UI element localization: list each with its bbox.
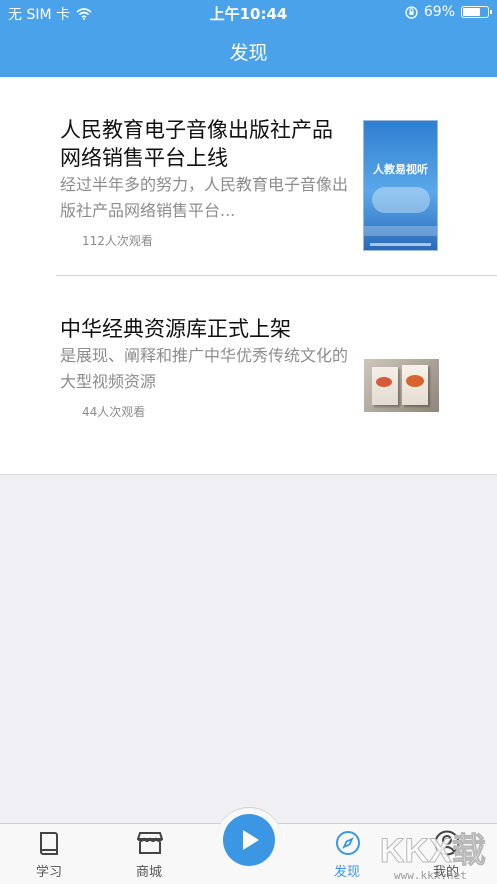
thumbnail-decoration <box>364 226 437 236</box>
item-description: 是展现、阐释和推广中华优秀传统文化的大型视频资源 <box>60 346 349 391</box>
status-bar: 无 SIM 卡 上午10:44 69% <box>0 0 497 26</box>
item-title: 人民教育电子音像出版社产品网络销售平台上线 <box>60 118 333 170</box>
battery-percent: 69% <box>423 4 455 20</box>
play-icon <box>243 830 259 850</box>
tab-shop[interactable]: 商城 <box>114 824 184 884</box>
item-thumbnail <box>364 359 439 412</box>
compass-icon <box>336 831 360 855</box>
watermark-text: www.kkx.net <box>394 869 467 882</box>
item-description: 经过半年多的努力，人民教育电子音像出版社产品网络销售平台... <box>60 175 349 220</box>
tab-label: 学习 <box>35 865 62 880</box>
battery-icon <box>461 6 492 18</box>
list-item[interactable]: 人民教育电子音像出版社产品网络销售平台上线 经过半年多的努力，人民教育电子音像出… <box>56 116 497 276</box>
store-icon <box>137 832 163 854</box>
watermark-logo: KKX载 <box>380 832 487 871</box>
item-thumbnail: 人教易视听 <box>363 120 438 251</box>
center-play-wrapper <box>216 807 282 873</box>
tab-label: 商城 <box>135 865 162 880</box>
page-title: 发现 <box>229 42 268 64</box>
thumbnail-decoration <box>406 375 424 387</box>
list-item[interactable]: 中华经典资源库正式上架 是展现、阐释和推广中华优秀传统文化的大型视频资源 44人… <box>56 315 497 435</box>
discover-list: 人民教育电子音像出版社产品网络销售平台上线 经过半年多的努力，人民教育电子音像出… <box>0 77 497 475</box>
battery-level <box>463 8 480 16</box>
svg-text:KKX载: KKX载 <box>380 832 486 870</box>
tab-study[interactable]: 学习 <box>14 824 84 884</box>
thumbnail-decoration <box>376 377 392 387</box>
item-view-count: 44人次观看 <box>82 405 146 419</box>
item-title: 中华经典资源库正式上架 <box>60 317 291 341</box>
orientation-lock-icon <box>405 5 418 19</box>
thumbnail-title: 人教易视听 <box>373 163 428 176</box>
top-header: 无 SIM 卡 上午10:44 69% 发现 <box>0 0 497 77</box>
watermark: KKX载 www.kkx.net <box>372 826 497 883</box>
book-icon <box>40 832 58 855</box>
item-view-count: 112人次观看 <box>82 234 153 248</box>
center-play-button[interactable] <box>223 814 275 866</box>
thumbnail-decoration <box>370 243 431 246</box>
thumbnail-decoration <box>372 187 430 213</box>
